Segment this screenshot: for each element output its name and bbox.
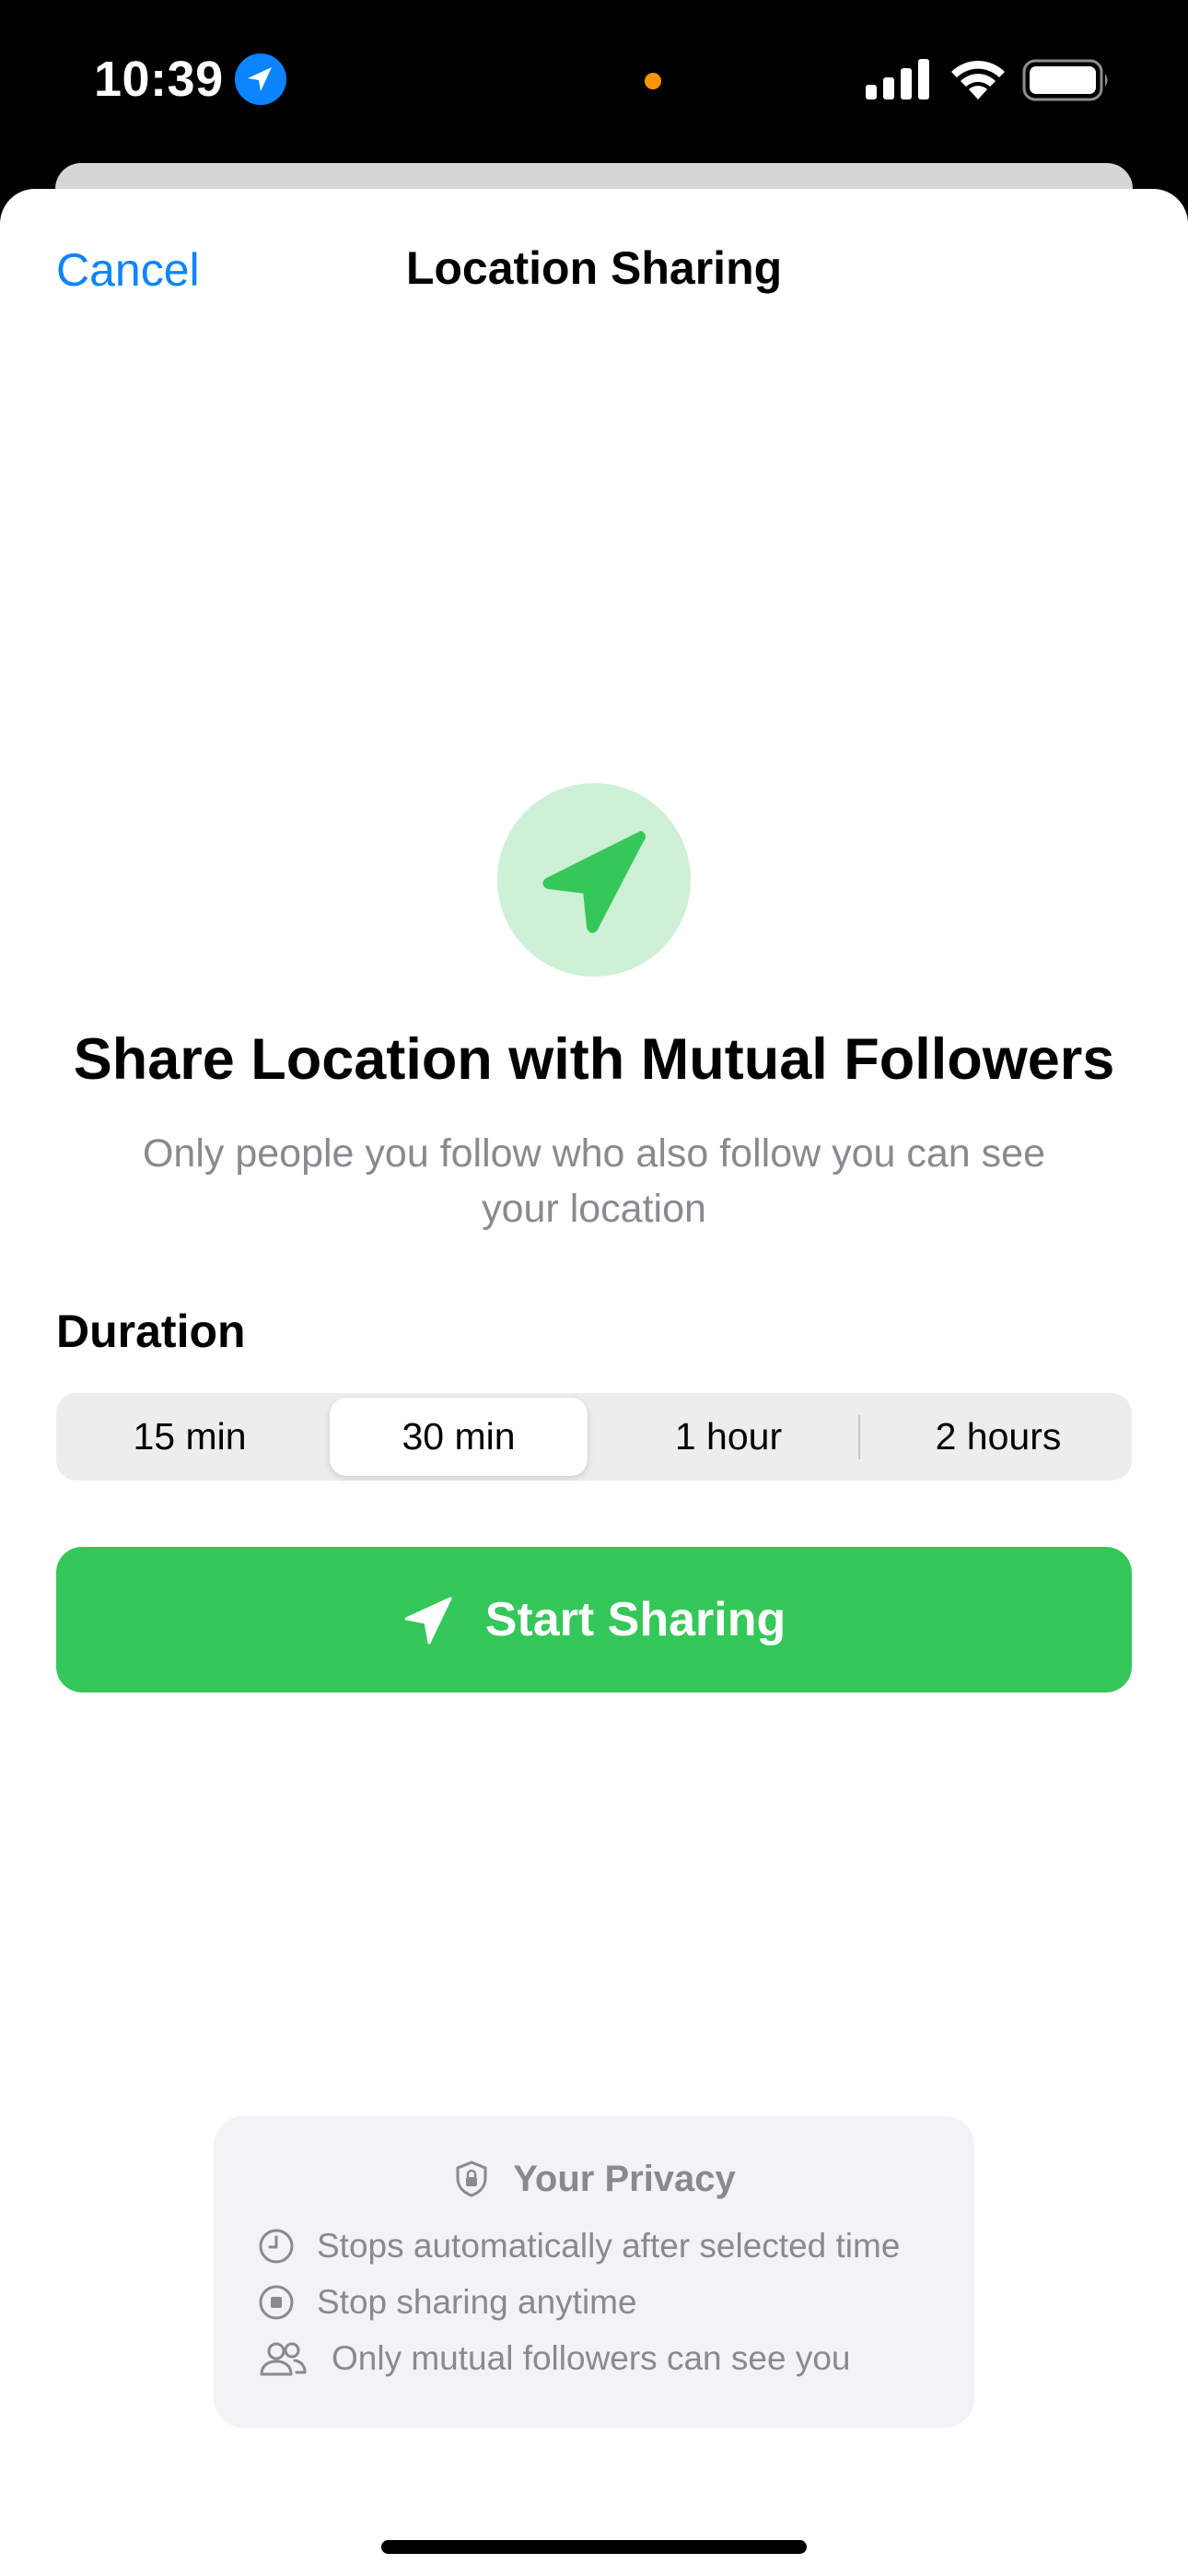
privacy-item-text: Stops automatically after selected time	[317, 2227, 901, 2265]
start-sharing-label: Start Sharing	[484, 1593, 786, 1646]
privacy-title-text: Your Privacy	[513, 2159, 736, 2199]
signal-icon	[866, 59, 929, 100]
shield-lock-icon	[456, 2160, 487, 2197]
privacy-item-mutual-only: Only mutual followers can see you	[258, 2336, 851, 2382]
headline: Share Location with Mutual Followers	[73, 1027, 1115, 1092]
duration-option-15-min[interactable]: 15 min	[61, 1398, 319, 1476]
duration-option-2-hours[interactable]: 2 hours	[869, 1398, 1127, 1476]
location-badge	[497, 783, 691, 977]
wifi-icon	[951, 60, 1005, 100]
location-arrow-icon	[542, 831, 646, 933]
privacy-title: Your Privacy	[214, 2155, 974, 2203]
privacy-card: Your Privacy Stops automatically after s…	[214, 2116, 974, 2428]
subtitle: Only people you follow who also follow y…	[142, 1131, 1045, 1231]
privacy-item-stop-anytime: Stop sharing anytime	[258, 2279, 637, 2325]
duration-option-1-hour[interactable]: 1 hour	[600, 1398, 857, 1476]
recording-indicator	[645, 73, 661, 89]
privacy-item-auto-stop: Stops automatically after selected time	[258, 2223, 900, 2269]
duration-segmented-control: 15 min 30 min 1 hour 2 hours	[56, 1393, 1132, 1481]
duration-label: Duration	[56, 1306, 246, 1357]
segment-divider	[858, 1415, 860, 1459]
status-bar: 10:39	[0, 0, 1188, 161]
home-indicator[interactable]	[381, 2540, 807, 2554]
page-title: Location Sharing	[405, 242, 783, 294]
people-icon	[260, 2342, 307, 2376]
privacy-item-text: Stop sharing anytime	[317, 2283, 637, 2321]
location-arrow-icon	[235, 53, 286, 105]
privacy-item-text: Only mutual followers can see you	[332, 2339, 851, 2377]
status-time: 10:39	[94, 52, 224, 107]
duration-option-30-min[interactable]: 30 min	[330, 1398, 588, 1476]
stop-circle-icon	[259, 2285, 294, 2320]
clock-icon	[259, 2229, 294, 2264]
start-sharing-button[interactable]: Start Sharing	[56, 1547, 1132, 1692]
battery-icon	[1022, 59, 1108, 101]
location-arrow-icon	[404, 1597, 452, 1645]
